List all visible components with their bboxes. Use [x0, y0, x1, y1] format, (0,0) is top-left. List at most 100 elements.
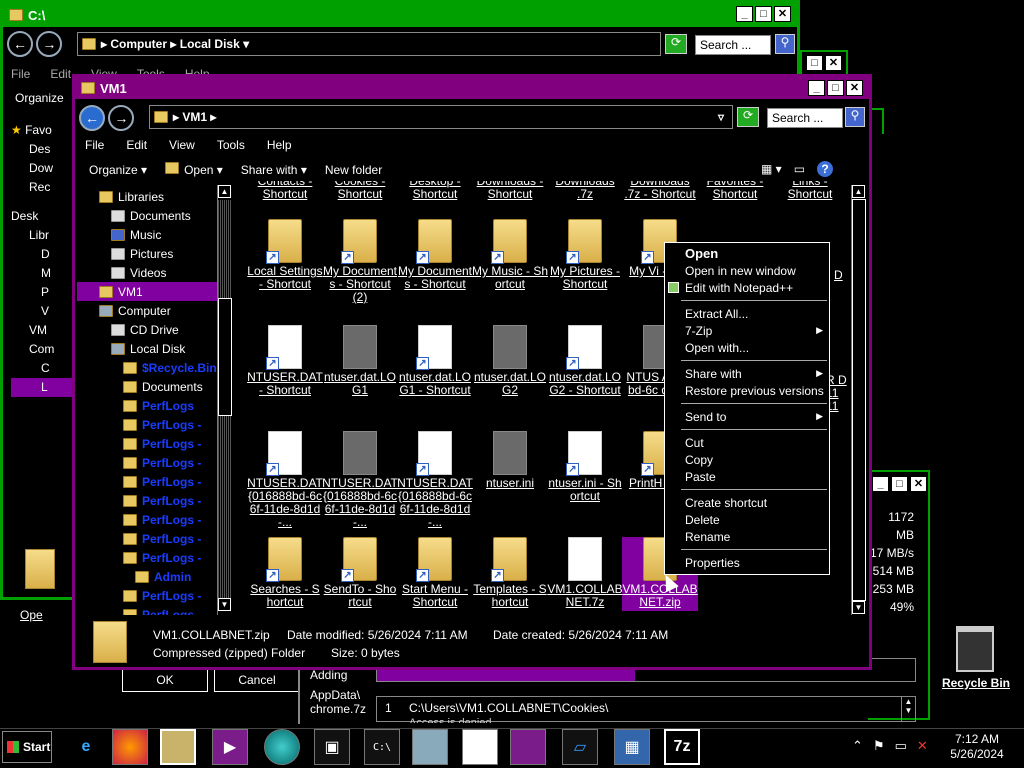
- share-with-button[interactable]: Share with ▾: [241, 163, 307, 177]
- file-item[interactable]: ↗ NTUSER.DAT{016888bd-6c6f-11de-8d1d-...: [397, 431, 473, 529]
- file-item[interactable]: ↗ SendTo - Shortcut: [322, 537, 398, 609]
- document-icon[interactable]: [462, 729, 498, 765]
- file-item[interactable]: ntuser.dat.LOG2: [472, 325, 548, 397]
- nav-item[interactable]: Computer: [77, 301, 217, 320]
- nav-item[interactable]: Pictures: [77, 244, 217, 263]
- file-item[interactable]: Downloads .7z - Shortcut: [622, 181, 698, 201]
- main-window-titlebar[interactable]: VM1 _ □ ✕: [75, 77, 869, 99]
- refresh-icon[interactable]: ⟳: [665, 34, 687, 54]
- nav-item[interactable]: PerfLogs -: [77, 586, 217, 605]
- archive-icon[interactable]: [510, 729, 546, 765]
- file-item[interactable]: Cookies - Shortcut: [322, 181, 398, 201]
- back-arrow-icon[interactable]: ←: [79, 105, 105, 131]
- menu-open-with[interactable]: Open with...: [665, 339, 829, 356]
- file-item[interactable]: ↗ Searches - Shortcut: [247, 537, 323, 609]
- nav-item[interactable]: Local Disk: [77, 339, 217, 358]
- file-item[interactable]: ↗ Start Menu - Shortcut: [397, 537, 473, 609]
- new-folder-button[interactable]: New folder: [325, 163, 382, 177]
- file-item[interactable]: Contacts - Shortcut: [247, 181, 323, 201]
- menu-7zip[interactable]: 7-Zip ▶: [665, 322, 829, 339]
- menu-view[interactable]: View: [169, 138, 195, 152]
- file-item[interactable]: Favorites - Shortcut: [697, 181, 773, 201]
- file-item[interactable]: Desktop - Shortcut: [397, 181, 473, 201]
- scroll-down-icon[interactable]: ▼: [852, 601, 865, 614]
- maximize-button[interactable]: □: [891, 476, 908, 492]
- close-button[interactable]: ✕: [846, 80, 863, 96]
- nav-item[interactable]: Documents: [77, 377, 217, 396]
- menu-extract-all[interactable]: Extract All...: [665, 305, 829, 322]
- nav-item[interactable]: CD Drive: [77, 320, 217, 339]
- nav-item[interactable]: Libraries: [77, 187, 217, 206]
- file-item[interactable]: ↗ NTUSER.DAT - Shortcut: [247, 325, 323, 397]
- cancel-button[interactable]: Cancel: [214, 668, 300, 692]
- back-search-input[interactable]: Search ...: [695, 35, 771, 55]
- flag-icon[interactable]: ⚑: [873, 738, 885, 754]
- menu-file[interactable]: File: [85, 138, 104, 152]
- list-scrollbar[interactable]: ▲ ▼: [901, 697, 915, 721]
- menu-rename[interactable]: Rename: [665, 528, 829, 545]
- file-item[interactable]: ↗ Templates - Shortcut: [472, 537, 548, 609]
- menu-share-with[interactable]: Share with ▶: [665, 365, 829, 382]
- file-item[interactable]: NTUSER.DAT{016888bd-6c6f-11de-8d1d-...: [322, 431, 398, 529]
- nav-item[interactable]: Admin: [77, 567, 217, 586]
- open-button[interactable]: Open ▾: [165, 162, 223, 177]
- menu-paste[interactable]: Paste: [665, 468, 829, 485]
- scroll-up-icon[interactable]: ▲: [218, 185, 231, 198]
- scroll-up-icon[interactable]: ▲: [852, 185, 865, 198]
- nav-item[interactable]: PerfLogs -: [77, 510, 217, 529]
- file-item[interactable]: ↗ My Documents - Shortcut (2): [322, 219, 398, 304]
- refresh-icon[interactable]: ⟳: [737, 107, 759, 127]
- menu-delete[interactable]: Delete: [665, 511, 829, 528]
- menu-tools[interactable]: Tools: [217, 138, 245, 152]
- file-item[interactable]: Links - Shortcut: [772, 181, 847, 201]
- minimize-button[interactable]: _: [736, 6, 753, 22]
- forward-arrow-icon[interactable]: →: [108, 105, 135, 131]
- 7zip-icon[interactable]: 7z: [664, 729, 700, 765]
- menu-copy[interactable]: Copy: [665, 451, 829, 468]
- scroll-thumb[interactable]: [852, 199, 866, 601]
- maximize-button[interactable]: □: [755, 6, 772, 22]
- nav-item[interactable]: PerfLogs -: [77, 415, 217, 434]
- back-window-titlebar[interactable]: C:\ _ □ ✕: [3, 3, 797, 27]
- menu-properties[interactable]: Properties: [665, 554, 829, 571]
- main-search-input[interactable]: Search ...: [767, 108, 843, 128]
- firefox-icon[interactable]: [112, 729, 148, 765]
- control-panel-icon[interactable]: ▦: [614, 729, 650, 765]
- file-item[interactable]: ↗ ntuser.ini - Shortcut: [547, 431, 623, 503]
- cmd-icon[interactable]: C:\: [364, 729, 400, 765]
- menu-restore-previous[interactable]: Restore previous versions: [665, 382, 829, 399]
- internet-explorer-icon[interactable]: e: [68, 729, 104, 765]
- recycle-bin-icon[interactable]: [956, 626, 994, 672]
- device-icon[interactable]: ▣: [314, 729, 350, 765]
- scroll-thumb[interactable]: [218, 298, 232, 416]
- maximize-button[interactable]: □: [806, 55, 823, 71]
- app-circle-icon[interactable]: [264, 729, 300, 765]
- file-item[interactable]: Downloads .7z: [547, 181, 623, 201]
- menu-edit-notepad[interactable]: Edit with Notepad++: [665, 279, 829, 296]
- nav-item[interactable]: VM1: [77, 282, 217, 301]
- file-item[interactable]: VM1.COLLABNET.7z: [547, 537, 623, 609]
- forward-arrow-icon[interactable]: →: [36, 31, 63, 57]
- explorer-taskbar-icon[interactable]: [160, 729, 196, 765]
- remote-desktop-icon[interactable]: ▱: [562, 729, 598, 765]
- menu-open[interactable]: Open: [665, 245, 829, 262]
- main-address-bar[interactable]: ▸ VM1 ▸ ▿: [149, 105, 733, 129]
- file-item[interactable]: ntuser.dat.LOG1: [322, 325, 398, 397]
- nav-item[interactable]: Documents: [77, 206, 217, 225]
- show-hidden-icons-icon[interactable]: ⌃: [852, 738, 863, 754]
- back-open-link[interactable]: Ope: [20, 608, 43, 622]
- menu-open-new-window[interactable]: Open in new window: [665, 262, 829, 279]
- start-button[interactable]: Start: [2, 731, 52, 763]
- files-scrollbar[interactable]: ▲ ▼: [851, 185, 866, 615]
- star-icon[interactable]: ★ Favo: [11, 121, 73, 140]
- nav-item[interactable]: PerfLogs -: [77, 529, 217, 548]
- preview-pane-icon[interactable]: ▭: [794, 162, 805, 176]
- notepad-icon[interactable]: [412, 729, 448, 765]
- back-arrow-icon[interactable]: ←: [7, 31, 33, 57]
- close-button[interactable]: ✕: [774, 6, 791, 22]
- help-icon[interactable]: ?: [817, 161, 834, 177]
- search-icon[interactable]: ⚲: [775, 34, 795, 54]
- nav-item[interactable]: PerfLogs -: [77, 605, 217, 615]
- minimize-button[interactable]: _: [808, 80, 825, 96]
- search-icon[interactable]: ⚲: [845, 107, 865, 127]
